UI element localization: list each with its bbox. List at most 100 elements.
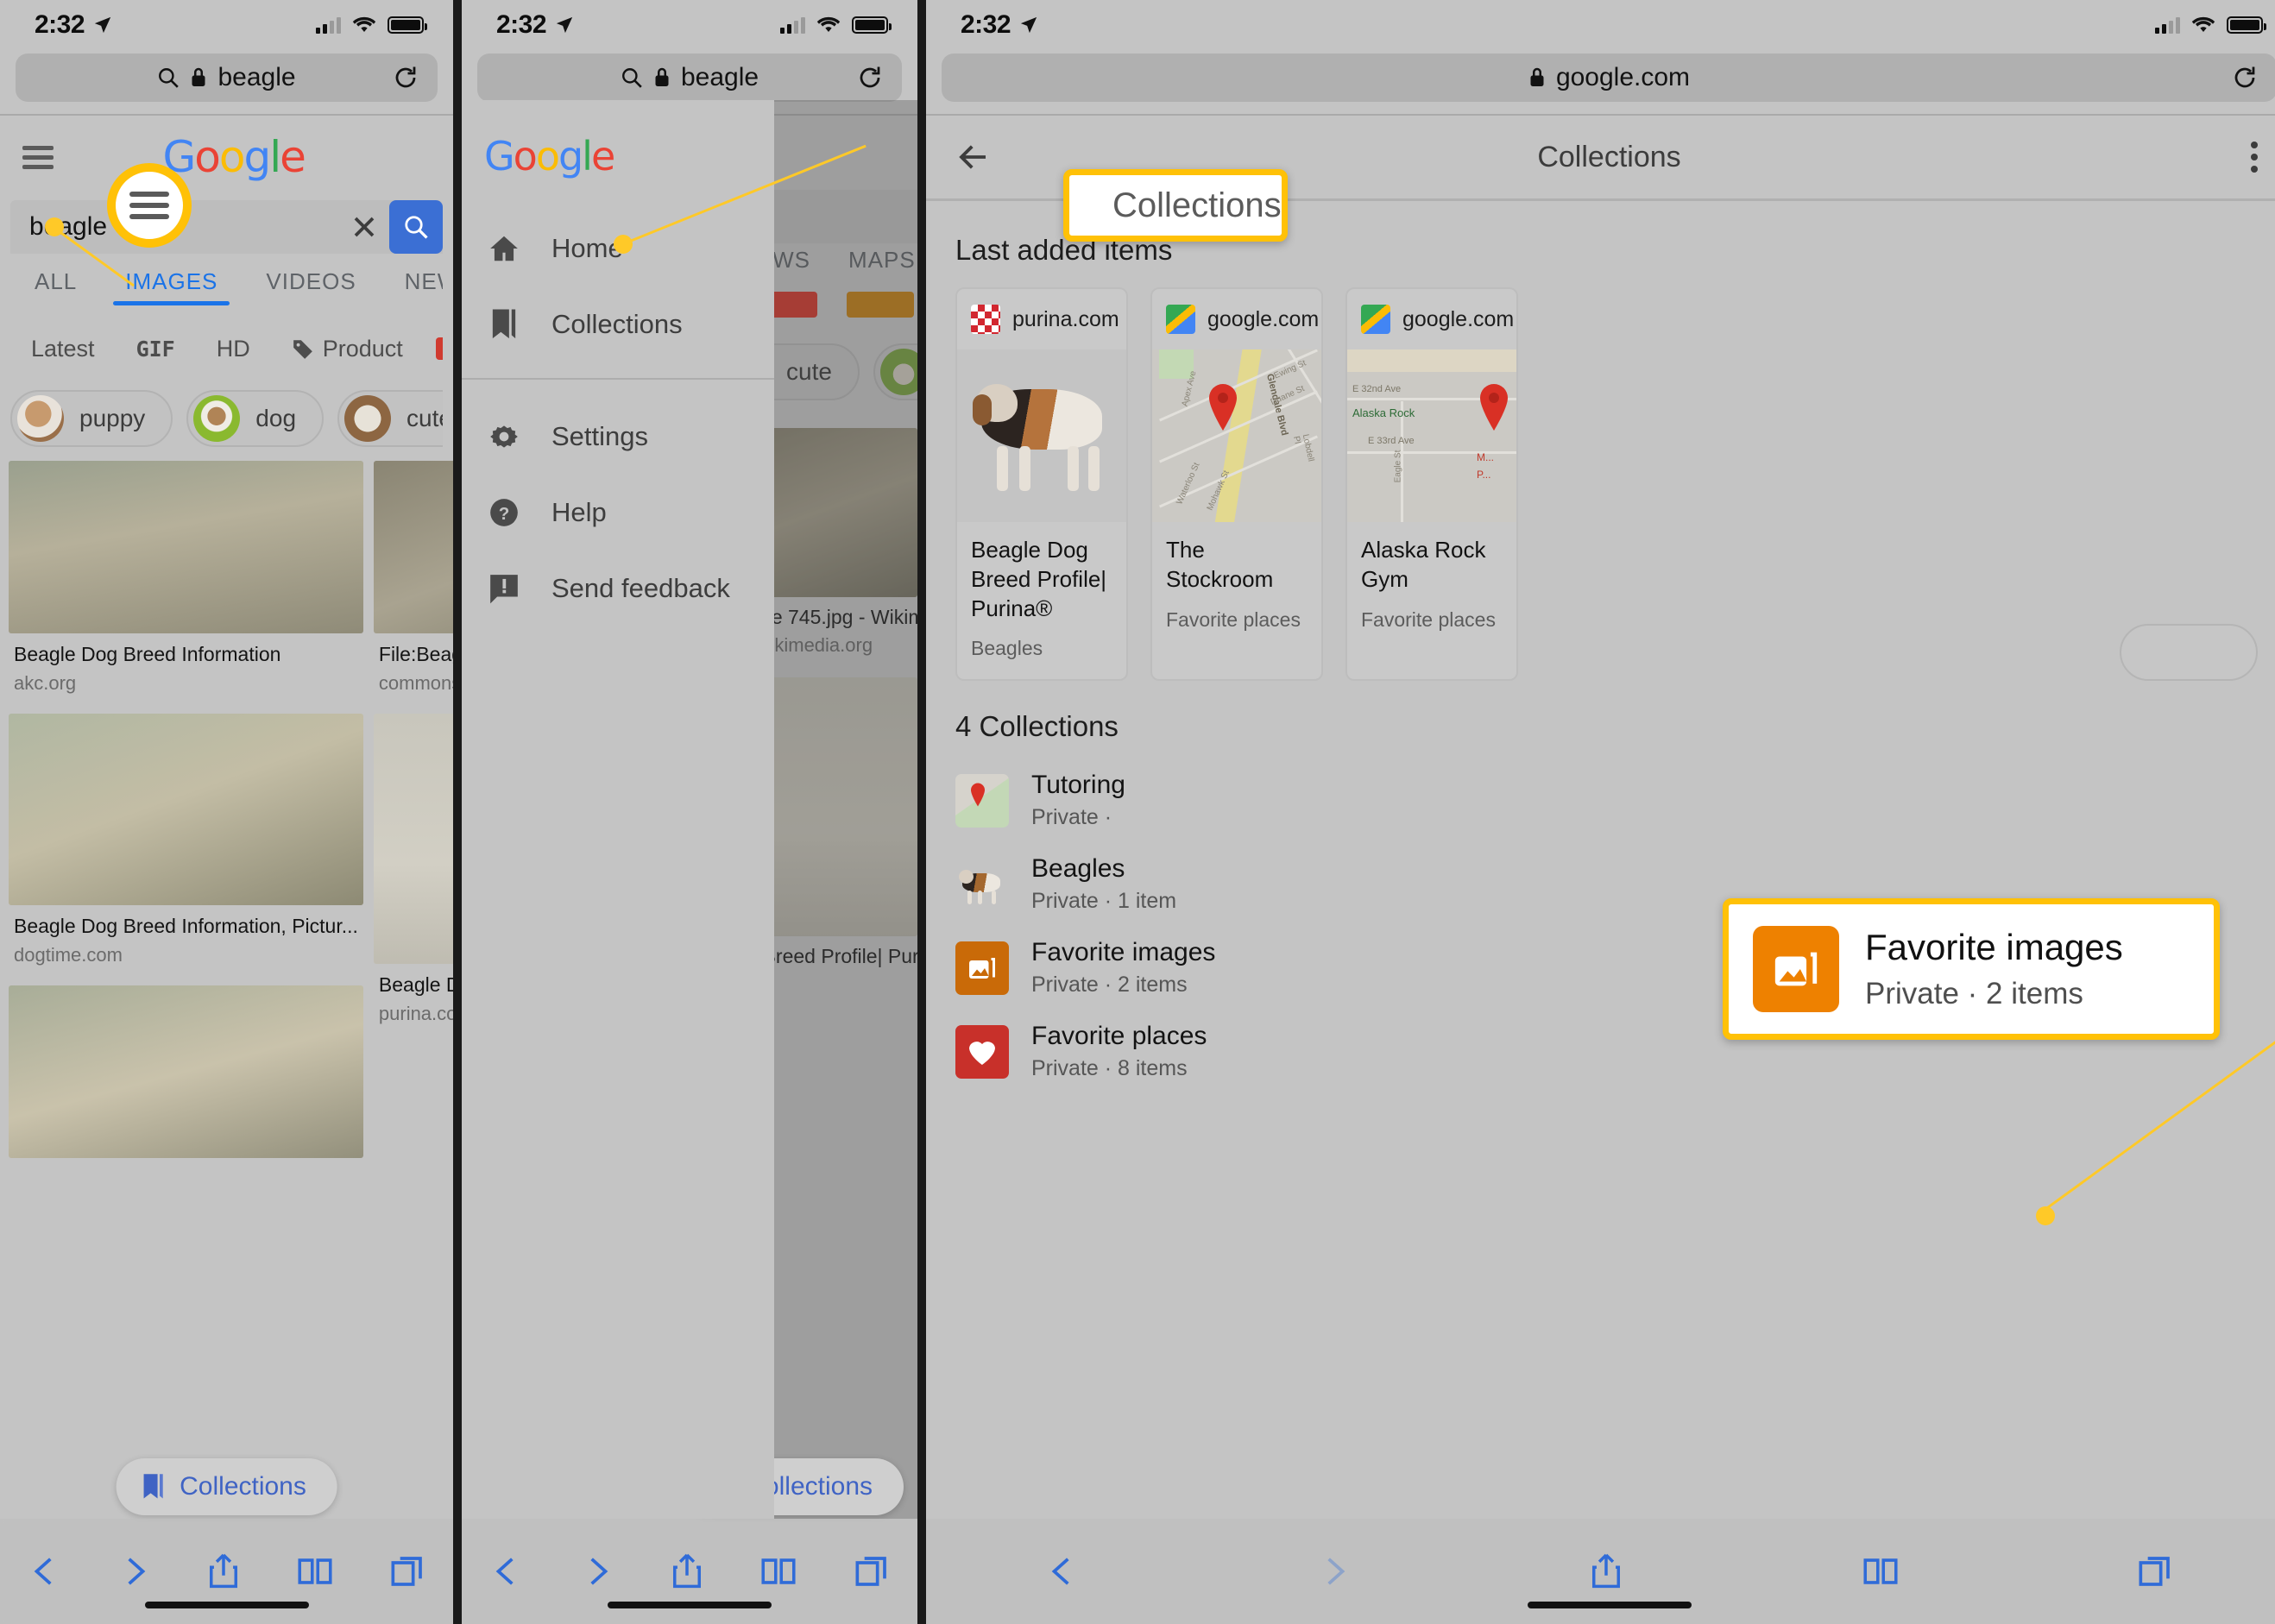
map-pin-icon bbox=[971, 783, 985, 807]
wifi-icon bbox=[2191, 16, 2215, 32]
callout-dot-2 bbox=[614, 235, 633, 254]
menu-item-send-feedback[interactable]: Send feedback bbox=[462, 551, 774, 626]
collections-pill-button-1[interactable]: Collections bbox=[116, 1458, 337, 1515]
result-image-2[interactable] bbox=[373, 461, 453, 633]
card-domain: google.com bbox=[1402, 306, 1515, 331]
heart-icon bbox=[955, 1024, 1009, 1079]
collections-menu-callout: Collections bbox=[1063, 169, 1288, 242]
filter-gif[interactable]: GIF bbox=[116, 337, 196, 362]
back-button-1[interactable] bbox=[28, 1552, 61, 1590]
search-box-1[interactable]: beagle bbox=[10, 200, 443, 254]
panel-divider-1 bbox=[453, 0, 462, 1624]
card-header: purina.com bbox=[957, 289, 1126, 349]
tabs-button-2[interactable] bbox=[854, 1552, 889, 1590]
color-swatch-red[interactable] bbox=[435, 337, 443, 360]
bookmarks-button-1[interactable] bbox=[297, 1552, 333, 1590]
clear-search-icon[interactable] bbox=[339, 200, 389, 254]
map-thumb bbox=[955, 773, 1009, 828]
gear-icon bbox=[490, 425, 518, 448]
bookmarks-button-2[interactable] bbox=[760, 1552, 797, 1590]
collection-card-purina[interactable]: purina.com Beagle Dog Breed Profile| Pur… bbox=[955, 287, 1128, 682]
back-button-3[interactable] bbox=[1046, 1552, 1079, 1590]
share-button-1[interactable] bbox=[207, 1552, 240, 1590]
chip-thumb-cute bbox=[344, 395, 392, 442]
question-mark-icon: ? bbox=[490, 499, 518, 526]
collection-list-item-tutoring[interactable]: Tutoring Private · bbox=[926, 758, 2275, 842]
filter-product[interactable]: Product bbox=[271, 336, 424, 362]
forward-button-3 bbox=[1327, 1558, 1345, 1585]
navigation-drawer: Google Home Collections Settings ? Help … bbox=[462, 100, 774, 1519]
url-bar-container-1: beagle bbox=[0, 50, 453, 114]
search-submit-button[interactable] bbox=[389, 200, 443, 254]
battery-icon bbox=[388, 16, 427, 34]
callout-dot-1 bbox=[45, 217, 64, 236]
share-button-3[interactable] bbox=[1590, 1552, 1623, 1590]
google-header-1: Google bbox=[0, 116, 453, 198]
collection-name: Tutoring bbox=[1031, 771, 1125, 800]
related-searches-1[interactable]: puppy dog cute full grown bbox=[10, 390, 443, 447]
related-chip-cute[interactable]: cute bbox=[337, 390, 443, 447]
filter-chips-1[interactable]: Latest GIF HD Product bbox=[10, 321, 443, 376]
reload-icon[interactable] bbox=[393, 65, 419, 91]
location-arrow-icon bbox=[1020, 16, 1037, 34]
collection-name: Beagles bbox=[1031, 854, 1125, 884]
related-chip-puppy[interactable]: puppy bbox=[10, 390, 173, 447]
result-caption-2: File:Beagle 745.jpg - Wikimedia Com... c… bbox=[374, 633, 453, 698]
back-button-2[interactable] bbox=[490, 1552, 523, 1590]
card-title: Alaska Rock Gym bbox=[1361, 537, 1486, 592]
filter-hd[interactable]: HD bbox=[196, 336, 271, 362]
menu-item-help[interactable]: ? Help bbox=[462, 475, 774, 551]
favorite-images-callout-title: Favorite images bbox=[1865, 927, 2123, 967]
purina-checkerboard-icon bbox=[971, 305, 1000, 334]
result-image-4[interactable] bbox=[373, 713, 453, 964]
phone-panel-3: 2:32 google.com Collections Last added i… bbox=[926, 0, 2275, 1624]
bookmarks-button-3[interactable] bbox=[1862, 1552, 1899, 1590]
kebab-menu-icon[interactable] bbox=[2251, 136, 2258, 178]
forward-button-2[interactable] bbox=[581, 1552, 614, 1590]
card-thumbnail-map-alaska: E 32nd Ave Alaska Rock E 33rd Ave Eagle … bbox=[1347, 349, 1516, 522]
tabs-button-1[interactable] bbox=[390, 1552, 425, 1590]
search-tabs-1[interactable]: ALL IMAGES VIDEOS NEWS MAPS SHOPPING bbox=[10, 254, 443, 309]
reload-icon[interactable] bbox=[857, 65, 883, 91]
collection-card-stockroom[interactable]: google.com Glendale Blvd Ewing St Duane … bbox=[1150, 287, 1323, 682]
result-title: Beagle Dog Breed Profile| Purina® bbox=[378, 973, 453, 996]
result-image-5[interactable] bbox=[9, 985, 363, 1158]
home-icon bbox=[490, 236, 518, 261]
result-image-3[interactable] bbox=[9, 713, 363, 905]
menu-item-label: Send feedback bbox=[551, 573, 730, 603]
tab-all[interactable]: ALL bbox=[10, 254, 101, 309]
related-chip-dog[interactable]: dog bbox=[186, 390, 325, 447]
new-collection-button[interactable] bbox=[2120, 624, 2258, 682]
result-title: Beagle Dog Breed Information, Pictur... bbox=[14, 914, 358, 937]
result-image-1[interactable] bbox=[9, 461, 363, 633]
hamburger-menu-icon[interactable] bbox=[22, 141, 54, 174]
tab-videos[interactable]: VIDEOS bbox=[242, 254, 380, 309]
url-bar-1[interactable]: beagle bbox=[16, 54, 438, 102]
menu-item-collections[interactable]: Collections bbox=[462, 286, 774, 362]
hamburger-menu-icon-zoomed bbox=[129, 186, 169, 225]
map-label: Alaska Rock bbox=[1352, 406, 1415, 419]
map-label: E 33rd Ave bbox=[1368, 436, 1415, 446]
related-chip-label: cute bbox=[406, 405, 443, 431]
filter-latest[interactable]: Latest bbox=[10, 336, 116, 362]
collection-name: Favorite images bbox=[1031, 938, 1216, 967]
collection-meta: Private · 2 items bbox=[1031, 973, 1188, 998]
menu-item-settings[interactable]: Settings bbox=[462, 399, 774, 475]
url-text-2: beagle bbox=[680, 63, 759, 91]
tab-images[interactable]: IMAGES bbox=[101, 254, 242, 309]
reload-icon[interactable] bbox=[2232, 65, 2258, 91]
back-arrow-icon[interactable] bbox=[955, 139, 992, 175]
url-bar-2[interactable]: beagle bbox=[477, 54, 902, 102]
share-button-2[interactable] bbox=[671, 1552, 703, 1590]
result-domain: commons.wikimedia.org bbox=[378, 671, 453, 694]
card-thumbnail-beagle bbox=[957, 349, 1126, 522]
tabs-button-3[interactable] bbox=[2138, 1552, 2172, 1590]
result-caption-3: Beagle Dog Breed Information, Pictur... … bbox=[9, 905, 363, 970]
lock-icon bbox=[655, 67, 669, 86]
tab-news[interactable]: NEWS bbox=[381, 254, 443, 309]
collection-card-alaska-rock-gym[interactable]: google.com E 32nd Ave Alaska Rock E 33rd… bbox=[1345, 287, 1518, 682]
result-caption-4: Beagle Dog Breed Profile| Purina® purina… bbox=[374, 964, 453, 1029]
bookmark-icon bbox=[143, 1474, 163, 1499]
url-bar-3[interactable]: google.com bbox=[942, 54, 2275, 102]
forward-button-1[interactable] bbox=[118, 1552, 151, 1590]
